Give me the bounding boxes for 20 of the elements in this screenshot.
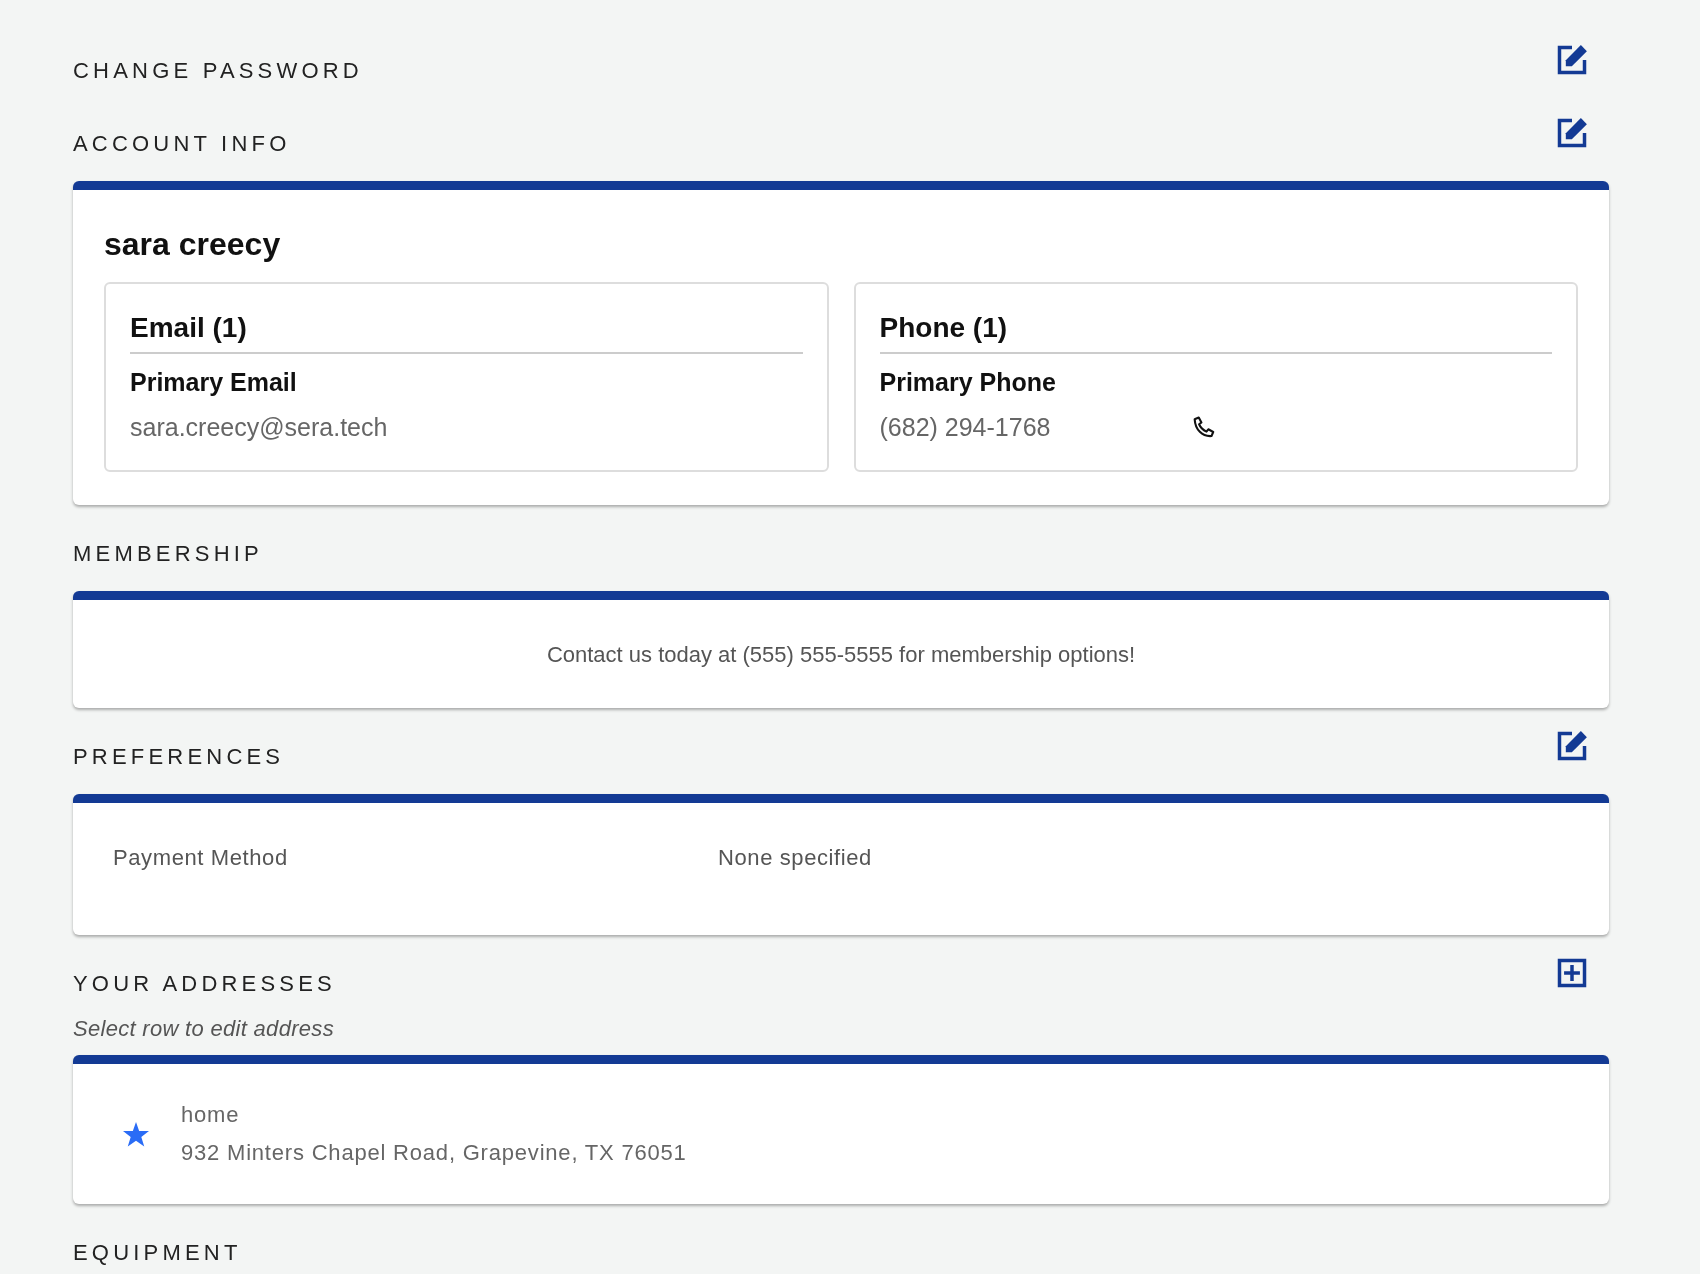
section-heading: EQUIPMENT [73, 1241, 242, 1265]
account-name: sara creecy [104, 225, 282, 264]
contact-label: Primary Email [130, 368, 298, 397]
address-text: 932 Minters Chapel Road, Grapevine, TX 76051 [181, 1140, 687, 1166]
contact-heading: Phone (1) [879, 312, 1552, 354]
section-heading: ACCOUNT INFO [73, 132, 291, 156]
address-row[interactable]: home 932 Minters Chapel Road, Grapevine, TX 76051 [73, 1064, 1609, 1204]
preference-value: None specified [718, 845, 872, 871]
phone-number: (682) 294-1768 [879, 413, 1052, 442]
contact-label: Primary Phone [879, 368, 1057, 397]
membership-message: Contact us today at (555) 555-5555 for membership options! [546, 642, 1136, 667]
hint-text: Select row to edit address [73, 1016, 335, 1042]
section-heading: MEMBERSHIP [73, 542, 263, 566]
section-heading: PREFERENCES [73, 745, 285, 769]
section-heading: YOUR ADDRESSES [73, 972, 336, 996]
contact-heading: Email (1) [130, 312, 803, 354]
section-heading: CHANGE PASSWORD [73, 59, 363, 83]
address-name: home [181, 1102, 241, 1128]
preference-label: Payment Method [113, 845, 289, 871]
email-address: sara.creecy@sera.tech [130, 413, 389, 442]
